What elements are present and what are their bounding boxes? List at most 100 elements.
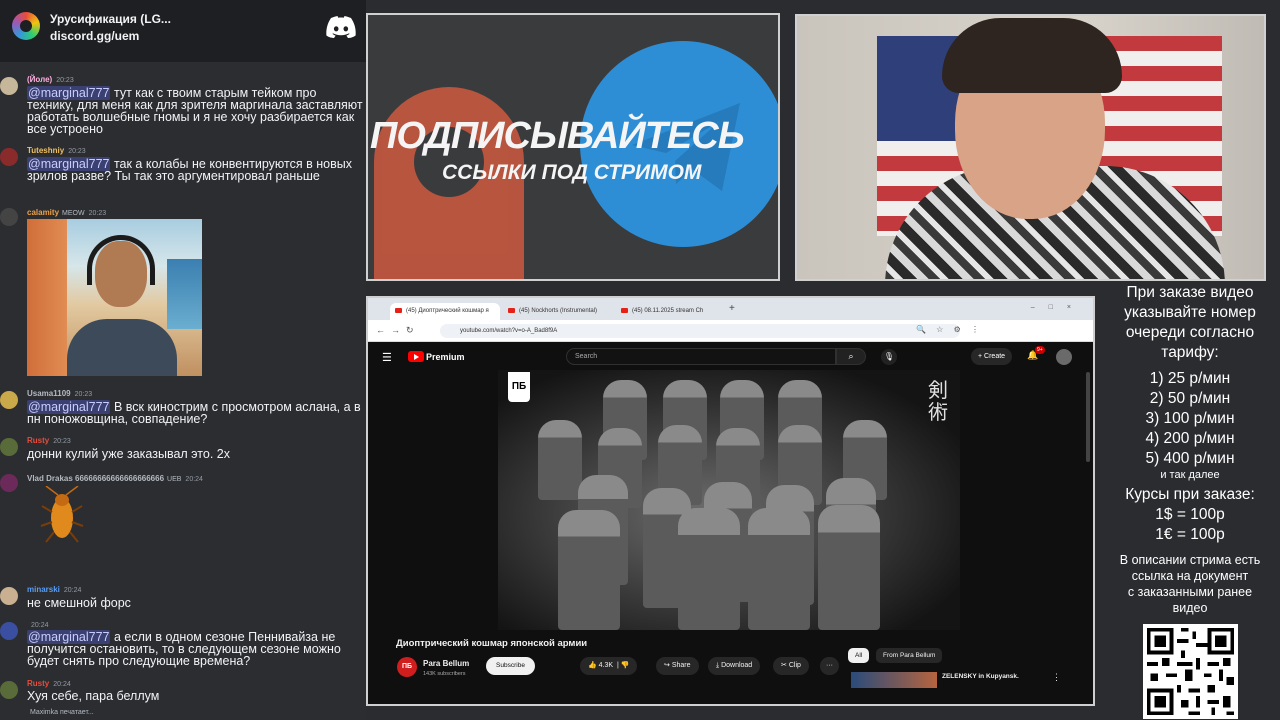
browser-window: (45) Диоптрический кошмар я (45) Nockhor…	[366, 296, 1095, 706]
more-actions-button[interactable]: ···	[820, 657, 839, 675]
download-button[interactable]: ⤓ Download	[708, 657, 761, 675]
pricing-tier: 1) 25 р/мин	[1149, 370, 1231, 387]
browser-tab-music[interactable]: (45) Nockhorts (Instrumental)	[503, 303, 613, 320]
message-body: @marginal777 так а колабы не конвентирую…	[27, 157, 363, 182]
channel-avatar[interactable]: ПБ	[397, 657, 417, 677]
search-input[interactable]: Search	[566, 348, 836, 365]
subscriber-count: 143K subscribers	[423, 671, 466, 677]
window-controls[interactable]: –□×	[1031, 304, 1085, 311]
youtube-page: ☰ Premium Search ⌕ 🎙 + Create 🔔 9+ ПБ 剣術…	[368, 342, 1093, 704]
message-body: не смешной форс	[27, 596, 363, 610]
message-body: Хуя себе, пара беллум	[27, 689, 363, 703]
qr-code-icon	[1143, 624, 1238, 719]
youtube-logo-icon[interactable]	[408, 351, 424, 362]
clip-icon: ✂	[781, 662, 787, 669]
microphone-icon[interactable]: 🎙	[881, 349, 897, 365]
create-button[interactable]: + Create	[971, 348, 1013, 365]
search-icon[interactable]: ⌕	[836, 348, 866, 365]
user-avatar	[0, 587, 18, 605]
message-time: 20:24	[63, 587, 82, 594]
user-badge: UEB	[167, 476, 182, 483]
message-time: 20:23	[88, 210, 107, 217]
message-body: @marginal777 В вск кинострим с просмотро…	[27, 400, 363, 425]
message-author: Rusty 20:24	[27, 679, 71, 688]
server-invite: discord.gg/uem	[50, 29, 140, 43]
pricing-tiers: 1) 25 р/мин 2) 50 р/мин 3) 100 р/мин 4) …	[1100, 369, 1280, 469]
user-avatar	[0, 681, 18, 699]
channel-watermark: ПБ	[508, 372, 530, 402]
promo-title: ПОДПИСЫВАЙТЕСЬ	[370, 115, 745, 157]
message-time: 20:23	[68, 148, 86, 155]
pricing-note-line: В описании стрима есть	[1119, 553, 1261, 567]
user-avatar	[0, 148, 18, 166]
cockroach-sticker-icon	[40, 486, 84, 543]
share-button[interactable]: ↪ Share	[656, 657, 699, 675]
like-icon: 👍	[588, 662, 597, 669]
streamer-webcam	[795, 14, 1266, 281]
more-vert-icon[interactable]: ⋮	[1052, 672, 1061, 683]
recommended-title[interactable]: ZELENSKY in Kupyansk.	[942, 673, 1019, 680]
pricing-note-line: с заказанными ранее	[1127, 585, 1253, 599]
pricing-note-line: ссылка на документ	[1131, 569, 1249, 583]
message-time: 20:24	[185, 476, 203, 483]
dislike-icon: 👎	[620, 662, 630, 669]
server-name: Урусификация (LG...	[50, 12, 171, 26]
filter-chip-all[interactable]: All	[848, 648, 870, 663]
clip-button[interactable]: ✂ Clip	[773, 657, 809, 675]
attached-video-clip[interactable]	[27, 219, 202, 376]
pricing-tier: 5) 400 р/мин	[1145, 450, 1235, 467]
extensions-toolbar[interactable]: 🔍 ☆ ⚙ ⋮	[916, 325, 983, 334]
channel-name[interactable]: Para Bellum	[423, 659, 469, 668]
pricing-note-line: видео	[1172, 601, 1208, 615]
video-title: Диоптрический кошмар японской армии	[396, 638, 588, 649]
message-author: minarski 20:24	[27, 585, 81, 594]
tab-title: (45) Диоптрический кошмар я	[406, 308, 489, 314]
discord-icon	[326, 16, 356, 38]
share-label: Share	[671, 662, 691, 669]
pricing-intro-line: При заказе видео	[1126, 284, 1254, 301]
filter-chip-channel[interactable]: From Para Bellum	[876, 648, 943, 663]
user-avatar	[0, 622, 18, 640]
clip-label: Clip	[788, 662, 801, 669]
video-player[interactable]: ПБ 剣術	[498, 370, 960, 630]
new-tab-button[interactable]: +	[729, 303, 735, 314]
pricing-intro: При заказе видео указывайте номер очеред…	[1100, 283, 1280, 363]
hamburger-menu-icon[interactable]: ☰	[382, 351, 392, 364]
url-field[interactable]: youtube.com/watch?v=o-A_Bad8f9A	[440, 324, 960, 338]
account-avatar[interactable]	[1056, 349, 1072, 365]
author-name: minarski	[27, 585, 60, 594]
pricing-note: В описании стрима есть ссылка на докумен…	[1100, 552, 1280, 616]
user-avatar	[0, 474, 18, 492]
download-label: Download	[721, 662, 753, 669]
message-author: (Йоле) 20:23	[27, 75, 74, 84]
message-author: 20:24	[27, 620, 49, 629]
author-name: calamity	[27, 208, 60, 217]
recommended-thumbnail[interactable]	[851, 672, 937, 688]
navigation-buttons[interactable]: ←→↻	[376, 325, 420, 336]
promo-banner: ПОДПИСЫВАЙТЕСЬ ССЫЛКИ ПОД СТРИМОМ	[366, 13, 780, 281]
user-avatar	[0, 391, 18, 409]
message-author: Vlad Drakas 66666666666666666666 UEB 20:24	[27, 474, 203, 483]
author-name: Tuteshniy	[27, 146, 65, 155]
author-name: Usama1109	[27, 389, 71, 398]
browser-tab-video[interactable]: (45) Диоптрический кошмар я	[390, 303, 500, 320]
scrollbar[interactable]	[1086, 372, 1090, 462]
message-text: не смешной форс	[27, 596, 131, 610]
promo-subtitle: ССЫЛКИ ПОД СТРИМОМ	[442, 161, 702, 184]
message-body: донни кулий уже заказывал это. 2х	[27, 448, 363, 461]
chat-header: Урусификация (LG... discord.gg/uem	[0, 0, 366, 62]
discord-chat-overlay: Урусификация (LG... discord.gg/uem (Йоле…	[0, 0, 366, 720]
rates-title: Курсы при заказе:	[1125, 486, 1255, 503]
author-name: (Йоле)	[27, 75, 53, 84]
author-name: Vlad Drakas 66666666666666666666	[27, 474, 165, 483]
video-frame	[498, 370, 960, 630]
author-name: Rusty	[27, 679, 50, 688]
pricing-intro-line: очереди согласно	[1125, 324, 1255, 341]
youtube-brand[interactable]: Premium	[426, 352, 465, 362]
tab-title: (45) 08.11.2025 stream Ch	[632, 308, 704, 314]
subscribe-button[interactable]: Subscribe	[486, 657, 535, 675]
browser-tab-stream[interactable]: (45) 08.11.2025 stream Ch	[616, 303, 726, 320]
like-button[interactable]: 👍 4.3K | 👎	[580, 657, 638, 675]
message-time: 20:24	[31, 622, 49, 629]
message-text: Хуя себе, пара беллум	[27, 689, 160, 703]
